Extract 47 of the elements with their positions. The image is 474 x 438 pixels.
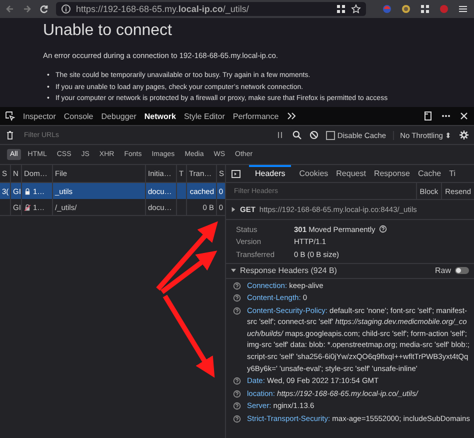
picker-icon[interactable] — [5, 111, 15, 121]
search-icon[interactable] — [292, 130, 302, 140]
details-tab[interactable]: Cache — [418, 165, 442, 182]
trash-icon[interactable] — [5, 130, 15, 140]
dock-icon[interactable] — [423, 111, 433, 121]
menu-icon[interactable] — [458, 4, 468, 14]
extension-icon[interactable] — [401, 4, 411, 14]
grid-icon[interactable] — [336, 4, 346, 14]
back-icon[interactable] — [5, 4, 15, 14]
close-icon[interactable] — [459, 111, 469, 121]
star-icon[interactable] — [351, 4, 361, 14]
forward-icon[interactable] — [22, 4, 32, 14]
section-title: Response Headers (924 B) — [240, 266, 337, 275]
address-bar[interactable]: https://192-168-68-65.my.local-ip.co/_utils/ — [56, 2, 366, 16]
help-icon[interactable] — [233, 294, 241, 302]
help-icon[interactable] — [233, 282, 241, 290]
settings-icon[interactable] — [459, 130, 469, 140]
devtools-tab[interactable]: Style Editor — [184, 112, 225, 120]
devtools-tab[interactable]: Performance — [232, 112, 279, 120]
details-tab[interactable]: Response — [374, 165, 410, 182]
details-tab[interactable]: Cookies — [299, 165, 328, 182]
raw-label: Raw — [434, 266, 451, 275]
help-icon[interactable] — [379, 225, 388, 234]
checkbox[interactable] — [326, 130, 336, 140]
devtools-tab[interactable]: Console — [64, 112, 94, 120]
block-icon[interactable] — [309, 130, 320, 140]
expand-icon[interactable] — [231, 207, 236, 212]
extensions-icon[interactable] — [420, 4, 430, 14]
help-icon[interactable] — [233, 306, 241, 315]
details-tab[interactable]: Request — [336, 165, 366, 182]
help-icon[interactable] — [233, 415, 241, 424]
help-icon[interactable] — [233, 402, 241, 410]
devtools-tab[interactable]: Inspector — [23, 112, 56, 120]
details-tab[interactable]: Headers — [249, 165, 292, 182]
info-icon[interactable] — [61, 4, 71, 14]
page-title: Unable to connect — [43, 21, 173, 41]
devtools-tab[interactable]: Network — [144, 112, 176, 120]
sidebar-toggle-icon[interactable] — [231, 168, 241, 178]
help-icon[interactable] — [233, 377, 241, 386]
raw-toggle[interactable] — [455, 267, 469, 274]
details-tab[interactable]: Ti — [449, 165, 456, 182]
more-tabs-icon[interactable] — [286, 111, 297, 121]
help-icon[interactable] — [233, 390, 241, 398]
extension-icon[interactable] — [382, 4, 392, 14]
reload-icon[interactable] — [39, 4, 49, 14]
devtools-tab[interactable]: Debugger — [101, 112, 136, 120]
collapse-icon[interactable] — [231, 268, 236, 273]
